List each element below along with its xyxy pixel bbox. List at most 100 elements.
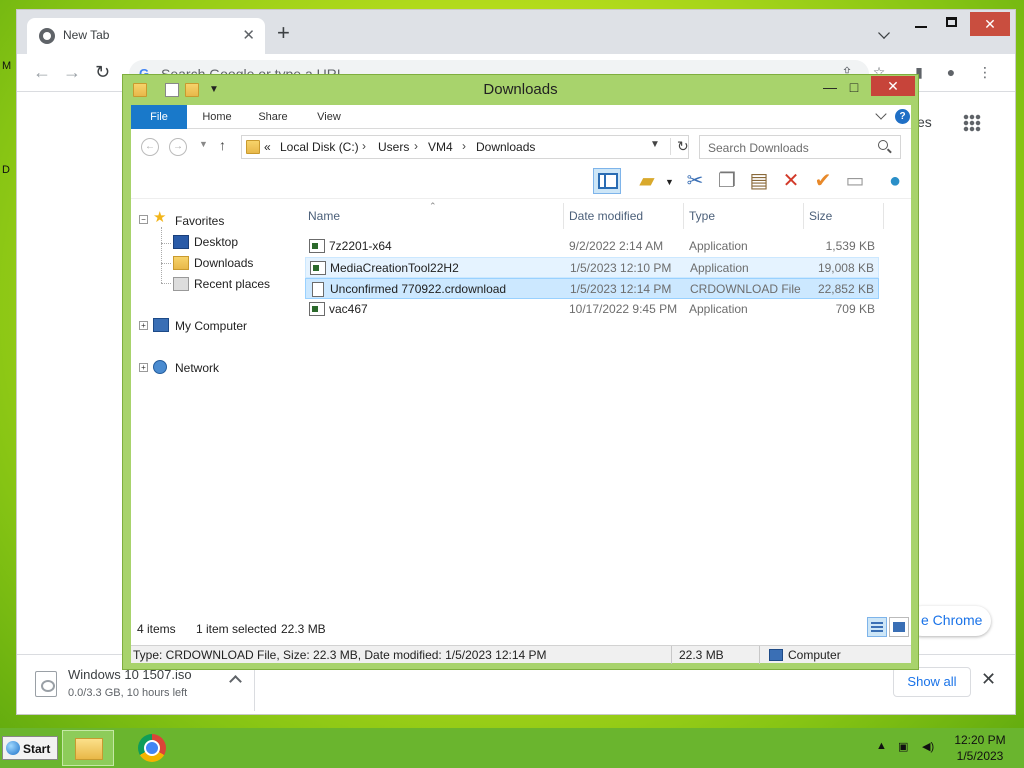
network-tray-icon[interactable]: ▣ (898, 740, 908, 753)
downloads-folder-icon (173, 256, 189, 270)
details-view-button[interactable] (867, 617, 887, 637)
selection-count: 1 item selected (196, 622, 277, 636)
copy-button[interactable]: ❐ (713, 168, 741, 194)
rename-button[interactable]: ▭ (841, 168, 869, 194)
taskbar-chrome[interactable] (126, 730, 178, 766)
column-header-size[interactable]: Size (809, 209, 832, 223)
globe-button[interactable]: ● (881, 168, 909, 194)
start-button[interactable]: Start (2, 736, 58, 760)
address-box[interactable]: « Local Disk (C:) › Users › VM4 › Downlo… (241, 135, 689, 159)
column-divider[interactable] (683, 203, 684, 229)
document-icon (312, 282, 324, 297)
breadcrumb-overflow[interactable]: « (264, 140, 271, 154)
tree-recent-places[interactable]: Recent places (194, 277, 270, 291)
column-divider[interactable] (883, 203, 884, 229)
file-row-selected[interactable]: Unconfirmed 770922.crdownload 1/5/2023 1… (305, 278, 879, 299)
tree-downloads[interactable]: Downloads (194, 256, 253, 270)
tree-network[interactable]: Network (175, 361, 219, 375)
tab-new-tab[interactable]: New Tab ✕ (27, 18, 265, 54)
select-button[interactable]: ✔ (809, 168, 837, 194)
file-type: Application (689, 239, 748, 253)
column-header-name[interactable]: Name (308, 209, 340, 223)
up-arrow-icon[interactable]: ↑ (219, 137, 226, 153)
large-icons-view-button[interactable] (889, 617, 909, 637)
chevron-right-icon[interactable]: › (462, 139, 466, 153)
scissors-icon: ✂ (686, 170, 704, 192)
column-divider[interactable] (563, 203, 564, 229)
expand-toggle-icon[interactable]: + (139, 363, 148, 372)
status-details: Type: CRDOWNLOAD File, Size: 22.3 MB, Da… (133, 648, 547, 662)
chrome-menu-icon[interactable]: ⋮ (977, 64, 993, 80)
volume-icon[interactable]: ◀) (922, 740, 934, 753)
expand-ribbon-icon[interactable] (875, 108, 887, 120)
forward-icon[interactable]: → (169, 138, 187, 156)
reload-icon[interactable]: ↻ (95, 62, 110, 83)
breadcrumb-downloads[interactable]: Downloads (476, 140, 535, 154)
tab-search-chevron-icon[interactable] (878, 27, 890, 39)
chevron-right-icon[interactable]: › (362, 139, 366, 153)
delete-button[interactable]: ✕ (777, 168, 805, 194)
file-row[interactable]: 7z2201-x64 9/2/2022 2:14 AM Application … (305, 236, 879, 257)
back-icon[interactable]: ← (141, 138, 159, 156)
clock-date: 1/5/2023 (956, 749, 1004, 763)
column-header-date[interactable]: Date modified (569, 209, 643, 223)
clock[interactable]: 12:20 PM 1/5/2023 (950, 732, 1010, 764)
customize-chrome-button[interactable]: e Chrome (907, 606, 991, 636)
download-status: 0.0/3.3 GB, 10 hours left (68, 687, 188, 699)
paste-button[interactable]: ▤ (745, 168, 773, 194)
network-icon (153, 360, 167, 374)
chevron-right-icon[interactable]: › (414, 139, 418, 153)
dropdown-arrow-icon[interactable]: ▼ (665, 177, 674, 187)
collapse-toggle-icon[interactable]: − (139, 215, 148, 224)
tree-my-computer[interactable]: My Computer (175, 319, 247, 333)
show-all-button[interactable]: Show all (893, 667, 971, 697)
chevron-up-icon[interactable] (229, 675, 242, 688)
show-hidden-icons-icon[interactable]: ▲ (876, 740, 887, 752)
tree-favorites[interactable]: Favorites (175, 214, 224, 228)
address-dropdown-icon[interactable]: ▼ (650, 139, 660, 150)
search-input[interactable]: Search Downloads (699, 135, 901, 159)
tab-file[interactable]: File (131, 105, 187, 129)
move-to-button[interactable]: ▰ (633, 168, 661, 194)
file-row[interactable]: MediaCreationTool22H2 1/5/2023 12:10 PM … (305, 257, 879, 278)
minimize-icon[interactable]: — (823, 77, 837, 97)
tab-home[interactable]: Home (197, 105, 237, 129)
forward-arrow-icon[interactable]: → (63, 62, 81, 83)
tab-share[interactable]: Share (253, 105, 293, 129)
column-divider[interactable] (803, 203, 804, 229)
maximize-icon[interactable]: □ (847, 77, 861, 97)
expand-toggle-icon[interactable]: + (139, 321, 148, 330)
preview-pane-button[interactable] (593, 168, 621, 194)
tab-close-icon[interactable]: ✕ (242, 26, 255, 44)
maximize-icon[interactable] (946, 17, 957, 27)
breadcrumb-vm4[interactable]: VM4 (428, 140, 453, 154)
recent-locations-icon[interactable]: ▼ (199, 139, 208, 149)
help-icon[interactable]: ? (895, 109, 910, 124)
tree-desktop[interactable]: Desktop (194, 235, 238, 249)
close-window-button[interactable]: ✕ (970, 12, 1010, 36)
breadcrumb-local-disk[interactable]: Local Disk (C:) (280, 140, 359, 154)
close-button[interactable]: ✕ (871, 76, 915, 96)
window-title: Downloads (483, 81, 558, 98)
tree-connector (161, 283, 171, 284)
minimize-icon[interactable] (915, 26, 927, 28)
refresh-icon[interactable]: ↻ (670, 138, 689, 155)
tab-title: New Tab (63, 28, 110, 42)
breadcrumb-users[interactable]: Users (378, 140, 409, 154)
status-divider (759, 646, 760, 664)
file-row[interactable]: vac467 10/17/2022 9:45 PM Application 70… (305, 299, 879, 320)
close-shelf-icon[interactable]: ✕ (981, 669, 996, 690)
column-header-type[interactable]: Type (689, 209, 715, 223)
cut-button[interactable]: ✂ (681, 168, 709, 194)
back-arrow-icon[interactable]: ← (33, 62, 51, 83)
taskbar-explorer[interactable] (62, 730, 114, 766)
tab-view[interactable]: View (309, 105, 349, 129)
new-tab-button[interactable]: + (277, 22, 290, 44)
profile-avatar-icon[interactable]: ● (943, 64, 959, 80)
customize-chrome-label: e Chrome (921, 612, 983, 628)
file-type: Application (689, 302, 748, 316)
apps-grid-icon[interactable] (963, 114, 981, 132)
copy-icon: ❐ (718, 170, 736, 192)
checkmark-icon: ✔ (814, 170, 832, 192)
item-count: 4 items (137, 622, 176, 636)
